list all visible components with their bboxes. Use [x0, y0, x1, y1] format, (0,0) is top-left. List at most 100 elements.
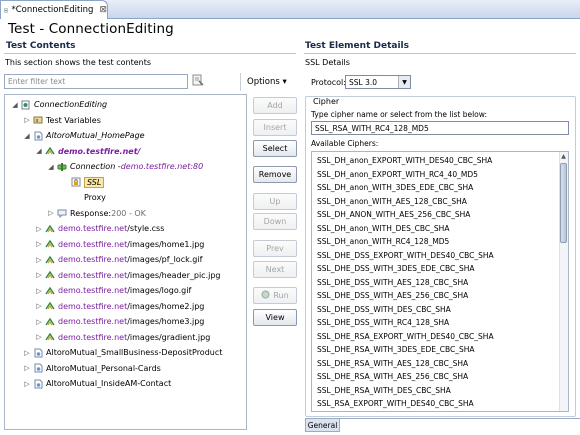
collapsed-arrow-icon[interactable]: ▷	[23, 364, 31, 372]
test-file-icon	[4, 7, 8, 13]
expanded-arrow-icon[interactable]: ◢	[47, 163, 55, 171]
up-button[interactable]: Up	[253, 193, 297, 210]
http-request-icon	[45, 255, 55, 265]
tree-item[interactable]: ◢ AltoroMutual_HomePage	[23, 129, 145, 142]
tree-item[interactable]: ▷ demo.testfire.net/style.css	[35, 222, 164, 235]
close-icon[interactable]: ⊠	[99, 5, 107, 15]
cipher-list-item[interactable]: SSL_DHE_RSA_EXPORT_WITH_DES40_CBC_SHA	[317, 331, 494, 343]
proxy-icon	[71, 193, 81, 203]
collapsed-arrow-icon[interactable]: ▷	[23, 380, 31, 388]
tree-item-label: demo.testfire.net:80	[120, 162, 204, 171]
tree-item-label: demo.testfire.net	[58, 317, 128, 326]
cipher-list-item[interactable]: SSL_DH_anon_EXPORT_WITH_DES40_CBC_SHA	[317, 155, 492, 167]
filter-input[interactable]: Enter filter text	[4, 74, 188, 89]
options-menu[interactable]: Options ▾	[247, 77, 287, 87]
scroll-up-arrow-icon[interactable]: ▲	[559, 152, 568, 161]
tree-item-label: demo.testfire.net	[58, 224, 128, 233]
expanded-arrow-icon[interactable]: ◢	[35, 147, 43, 155]
tree-item-label: /images/home1.jpg	[127, 239, 205, 249]
view-button[interactable]: View	[253, 309, 297, 326]
tree-item[interactable]: ▷ demo.testfire.net/images/home1.jpg	[35, 238, 204, 251]
collapsed-arrow-icon[interactable]: ▷	[35, 271, 43, 279]
cipher-list-item[interactable]: SSL_DH_anon_WITH_AES_128_CBC_SHA	[317, 196, 467, 208]
editor-title: Test - ConnectionEditing	[8, 21, 174, 37]
collapsed-arrow-icon[interactable]: ▷	[35, 333, 43, 341]
tree-item[interactable]: ▷ demo.testfire.net/images/gradient.jpg	[35, 331, 210, 344]
prev-button[interactable]: Prev	[253, 240, 297, 257]
cipher-list-item[interactable]: SSL_DHE_DSS_WITH_RC4_128_SHA	[317, 317, 449, 329]
cipher-name-input[interactable]: SSL_RSA_WITH_RC4_128_MD5	[311, 121, 569, 135]
collapsed-arrow-icon[interactable]: ▷	[47, 209, 55, 217]
tree-item[interactable]: ▷ AltoroMutual_SmallBusiness-DepositProdu…	[23, 346, 222, 359]
cipher-list-item[interactable]: SSL_DHE_RSA_WITH_AES_128_CBC_SHA	[317, 358, 468, 370]
cipher-list-item[interactable]: SSL_DHE_DSS_WITH_AES_256_CBC_SHA	[317, 290, 468, 302]
down-button[interactable]: Down	[253, 213, 297, 230]
cipher-list-item[interactable]: SSL_DH_anon_EXPORT_WITH_RC4_40_MD5	[317, 169, 478, 181]
remove-button[interactable]: Remove	[253, 166, 297, 183]
tree-item[interactable]: ▷ x Test Variables	[23, 114, 101, 127]
tree-item[interactable]: ◢ Connection - demo.testfire.net:80	[47, 160, 203, 173]
collapsed-arrow-icon[interactable]: ▷	[35, 256, 43, 264]
button-label: Run	[273, 291, 289, 300]
cipher-list-item[interactable]: SSL_DHE_DSS_WITH_DES_CBC_SHA	[317, 304, 451, 316]
select-button[interactable]: Select	[253, 140, 297, 157]
page-icon	[33, 348, 43, 358]
cipher-list-item[interactable]: SSL_RSA_EXPORT_WITH_DES40_CBC_SHA	[317, 398, 474, 410]
editor-tab[interactable]: *ConnectionEditing ⊠	[0, 0, 108, 19]
available-ciphers-list[interactable]: SSL_DH_anon_EXPORT_WITH_DES40_CBC_SHA SSL…	[311, 151, 569, 412]
next-button[interactable]: Next	[253, 261, 297, 278]
collapsed-arrow-icon[interactable]: ▷	[23, 349, 31, 357]
cipher-list-item[interactable]: SSL_DH_anon_WITH_3DES_EDE_CBC_SHA	[317, 182, 473, 194]
scrollbar-thumb[interactable]	[560, 163, 567, 243]
expanded-arrow-icon[interactable]: ◢	[23, 132, 31, 140]
cipher-list-item[interactable]: SSL_DH_anon_WITH_RC4_128_MD5	[317, 236, 449, 248]
protocol-select[interactable]: SSL 3.0 ▼	[345, 75, 411, 89]
insert-button[interactable]: Insert	[253, 119, 297, 136]
test-contents-title: Test Contents	[6, 41, 76, 51]
add-button[interactable]: Add	[253, 97, 297, 114]
page-icon	[33, 363, 43, 373]
tree-item-label: /images/pf_lock.gif	[127, 255, 203, 264]
tree-item[interactable]: ▷ demo.testfire.net/images/home3.jpg	[35, 315, 204, 328]
expanded-arrow-icon[interactable]: ◢	[11, 101, 19, 109]
tree-item-label: Connection -	[70, 162, 121, 171]
collapsed-arrow-icon[interactable]: ▷	[35, 302, 43, 310]
tree-item[interactable]: ▷ demo.testfire.net/images/logo.gif	[35, 284, 191, 297]
tree-item[interactable]: ▷ demo.testfire.net/images/home2.jpg	[35, 300, 204, 313]
cipher-list-item[interactable]: SSL_DHE_DSS_WITH_3DES_EDE_CBC_SHA	[317, 263, 475, 275]
tree-item[interactable]: ▷ AltoroMutual_Personal-Cards	[23, 362, 161, 375]
cipher-list-item[interactable]: SSL_DHE_RSA_WITH_AES_256_CBC_SHA	[317, 371, 468, 383]
tree-item[interactable]: ◢ demo.testfire.net/	[35, 145, 140, 158]
test-contents-tree[interactable]: ◢ ConnectionEditing ▷ x Test Variables ◢ Altor…	[4, 94, 247, 430]
cipher-list-item[interactable]: SSL_DHE_RSA_WITH_3DES_EDE_CBC_SHA	[317, 344, 475, 356]
tree-item-label: demo.testfire.net	[58, 301, 128, 311]
tree-item[interactable]: ▷ Response: 200 - OK	[47, 207, 146, 220]
cipher-list-item[interactable]: SSL_DHE_DSS_EXPORT_WITH_DES40_CBC_SHA	[317, 250, 494, 262]
tree-item[interactable]: ▷ AltoroMutual_InsideAM-Contact	[23, 377, 171, 390]
section-divider	[304, 53, 576, 54]
tree-item-label: AltoroMutual_Personal-Cards	[46, 363, 161, 373]
tree-item-label: ConnectionEditing	[34, 100, 108, 109]
tree-item-label: demo.testfire.net	[58, 270, 128, 280]
run-button[interactable]: Run	[253, 287, 297, 304]
tree-item[interactable]: ▷ demo.testfire.net/images/header_pic.jpg	[35, 269, 220, 282]
cipher-list-item[interactable]: SSL_DHE_RSA_WITH_DES_CBC_SHA	[317, 385, 451, 397]
cipher-list-item[interactable]: SSL_DHE_DSS_WITH_AES_128_CBC_SHA	[317, 277, 468, 289]
collapsed-arrow-icon[interactable]: ▷	[35, 225, 43, 233]
test-contents-description: This section shows the test contents	[5, 58, 152, 67]
collapsed-arrow-icon[interactable]: ▷	[35, 318, 43, 326]
tree-item[interactable]: Proxy	[61, 191, 106, 204]
collapsed-arrow-icon[interactable]: ▷	[35, 240, 43, 248]
cipher-list-item[interactable]: SSL_DH_ANON_WITH_AES_256_CBC_SHA	[317, 209, 470, 221]
tree-item[interactable]: ▷ demo.testfire.net/images/pf_lock.gif	[35, 253, 202, 266]
collapsed-arrow-icon[interactable]: ▷	[35, 287, 43, 295]
tree-item-label: AltoroMutual_SmallBusiness-DepositProduc…	[46, 348, 223, 357]
tree-item[interactable]: SSL	[61, 176, 105, 189]
filter-options-icon[interactable]	[191, 73, 205, 87]
chevron-down-icon[interactable]: ▼	[398, 76, 410, 88]
tree-item[interactable]: ◢ ConnectionEditing	[11, 98, 107, 111]
http-request-icon	[45, 239, 55, 249]
collapsed-arrow-icon[interactable]: ▷	[23, 116, 31, 124]
tab-general[interactable]: General	[305, 419, 340, 432]
cipher-list-item[interactable]: SSL_DH_anon_WITH_DES_CBC_SHA	[317, 223, 449, 235]
